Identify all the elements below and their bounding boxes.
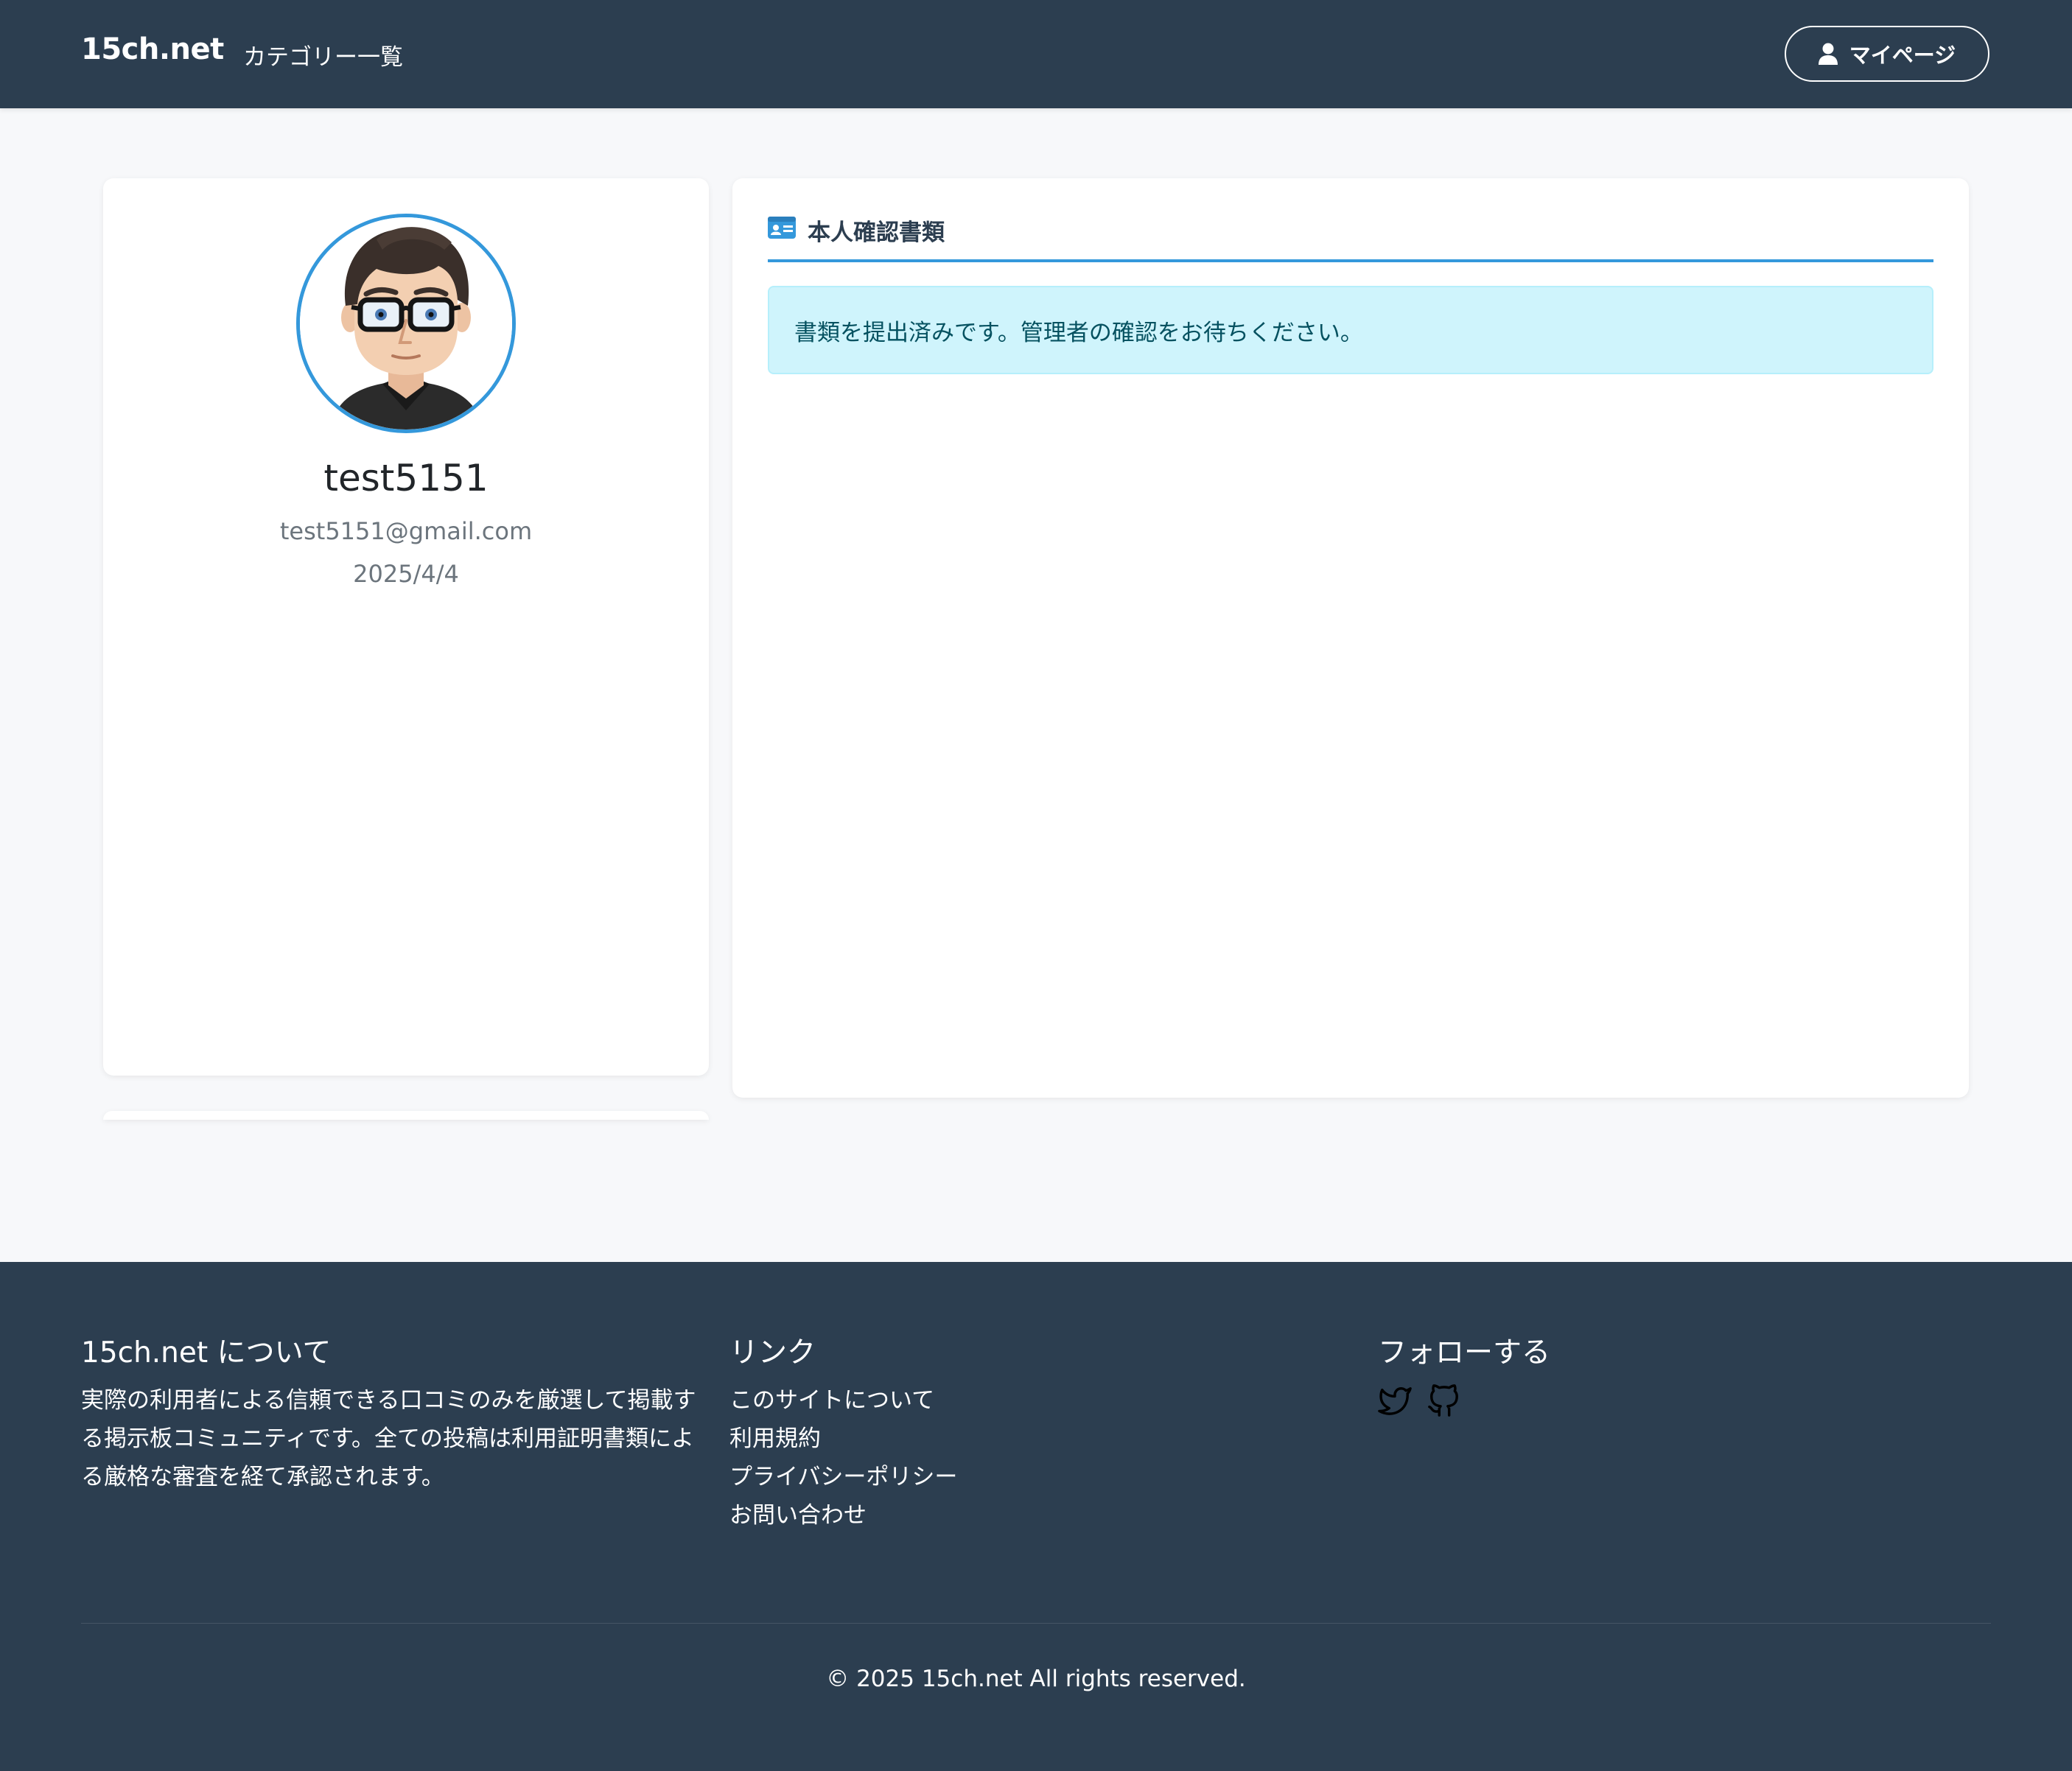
documents-header: 本人確認書類 [768,214,1933,262]
footer-links: リンク このサイトについて 利用規約 プライバシーポリシー お問い合わせ [729,1330,957,1535]
footer-divider [81,1623,1991,1624]
mypage-button[interactable]: マイページ [1785,26,1989,82]
user-icon [1818,43,1838,65]
copyright: © 2025 15ch.net All rights reserved. [826,1666,1246,1692]
mypage-button-label: マイページ [1849,43,1956,68]
profile-email: test5151@gmail.com [279,517,533,545]
documents-title: 本人確認書類 [808,220,945,246]
footer-about-title: 15ch.net について [81,1336,332,1370]
footer-link-about[interactable]: このサイトについて [729,1381,957,1420]
footer-follow: フォローする [1378,1330,1550,1418]
footer: 15ch.net について 実際の利用者による信頼できる口コミのみを厳選して掲載… [0,1262,2072,1771]
footer-links-title: リンク [729,1336,816,1370]
social-links [1378,1384,1550,1418]
id-card-icon [768,217,796,239]
profile-date: 2025/4/4 [353,560,459,588]
site-logo[interactable]: 15ch.net [81,32,224,66]
identity-documents-card: 本人確認書類 書類を提出済みです。管理者の確認をお待ちください。 [732,178,1969,1098]
profile-username: test5151 [323,457,489,499]
secondary-card [103,1111,709,1120]
footer-link-privacy[interactable]: プライバシーポリシー [729,1458,957,1496]
profile-card: test5151 test5151@gmail.com 2025/4/4 [103,178,709,1076]
twitter-icon[interactable] [1378,1384,1412,1418]
footer-about: 15ch.net について 実際の利用者による信頼できる口コミのみを厳選して掲載… [81,1330,700,1496]
nav-link-categories[interactable]: カテゴリー一覧 [243,38,403,71]
footer-link-terms[interactable]: 利用規約 [729,1420,957,1458]
submission-status-alert: 書類を提出済みです。管理者の確認をお待ちください。 [768,286,1933,374]
github-icon[interactable] [1427,1384,1460,1418]
footer-link-contact[interactable]: お問い合わせ [729,1496,957,1535]
footer-about-text: 実際の利用者による信頼できる口コミのみを厳選して掲載する掲示板コミュニティです。… [81,1387,696,1490]
navbar: 15ch.net カテゴリー一覧 マイページ [0,0,2072,108]
footer-follow-title: フォローする [1378,1336,1551,1370]
profile-avatar [296,214,516,433]
submission-status-text: 書類を提出済みです。管理者の確認をお待ちください。 [794,319,1363,346]
